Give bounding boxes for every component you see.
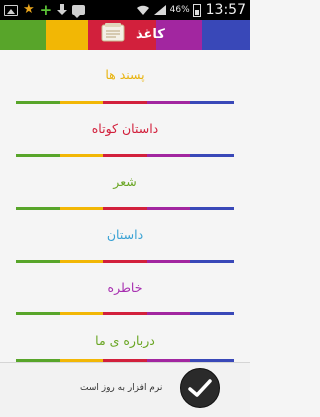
star-icon: ★: [23, 2, 35, 17]
checkmark-icon: [188, 379, 212, 397]
clock: 13:57: [205, 2, 246, 18]
menu-divider: [16, 101, 234, 104]
menu-divider: [16, 154, 234, 157]
menu-item-favorites[interactable]: پسند ها: [0, 55, 250, 95]
menu-divider: [16, 312, 234, 315]
wifi-icon: [136, 5, 149, 15]
confirm-button[interactable]: [180, 368, 220, 408]
signal-icon: [153, 5, 166, 15]
menu-item-story[interactable]: داستان: [0, 215, 250, 255]
header-stripe-yellow: [46, 20, 88, 50]
gallery-icon: [4, 4, 18, 16]
menu-item-label: داستان کوتاه: [91, 121, 159, 136]
battery-percent: 46%: [169, 5, 190, 15]
plus-icon: +: [39, 1, 53, 19]
menu-item-label: شعر: [113, 174, 137, 189]
menu-divider: [16, 260, 234, 263]
menu-item-label: درباره ی ما: [95, 333, 155, 348]
header-stripe-blue: [202, 20, 250, 50]
menu-item-poem[interactable]: شعر: [0, 162, 250, 202]
menu-item-short-story[interactable]: داستان کوتاه: [0, 109, 250, 149]
menu-item-label: خاطره: [107, 280, 143, 295]
header-stripe-green: [0, 20, 46, 50]
menu-divider: [16, 207, 234, 210]
app-logo-icon: [101, 23, 125, 42]
chat-icon: [72, 5, 86, 18]
battery-icon: [192, 3, 201, 17]
menu-item-memoir[interactable]: خاطره: [0, 268, 250, 308]
status-bar: ★ + 46% 13:57: [0, 0, 250, 20]
app-title: کاغذ: [136, 27, 165, 42]
download-icon: [57, 4, 68, 16]
menu-item-about-us[interactable]: درباره ی ما: [0, 321, 250, 361]
menu-item-label: داستان: [106, 227, 144, 242]
update-status-text: نرم افزار به روز است: [80, 383, 163, 393]
menu-item-label: پسند ها: [105, 67, 145, 82]
